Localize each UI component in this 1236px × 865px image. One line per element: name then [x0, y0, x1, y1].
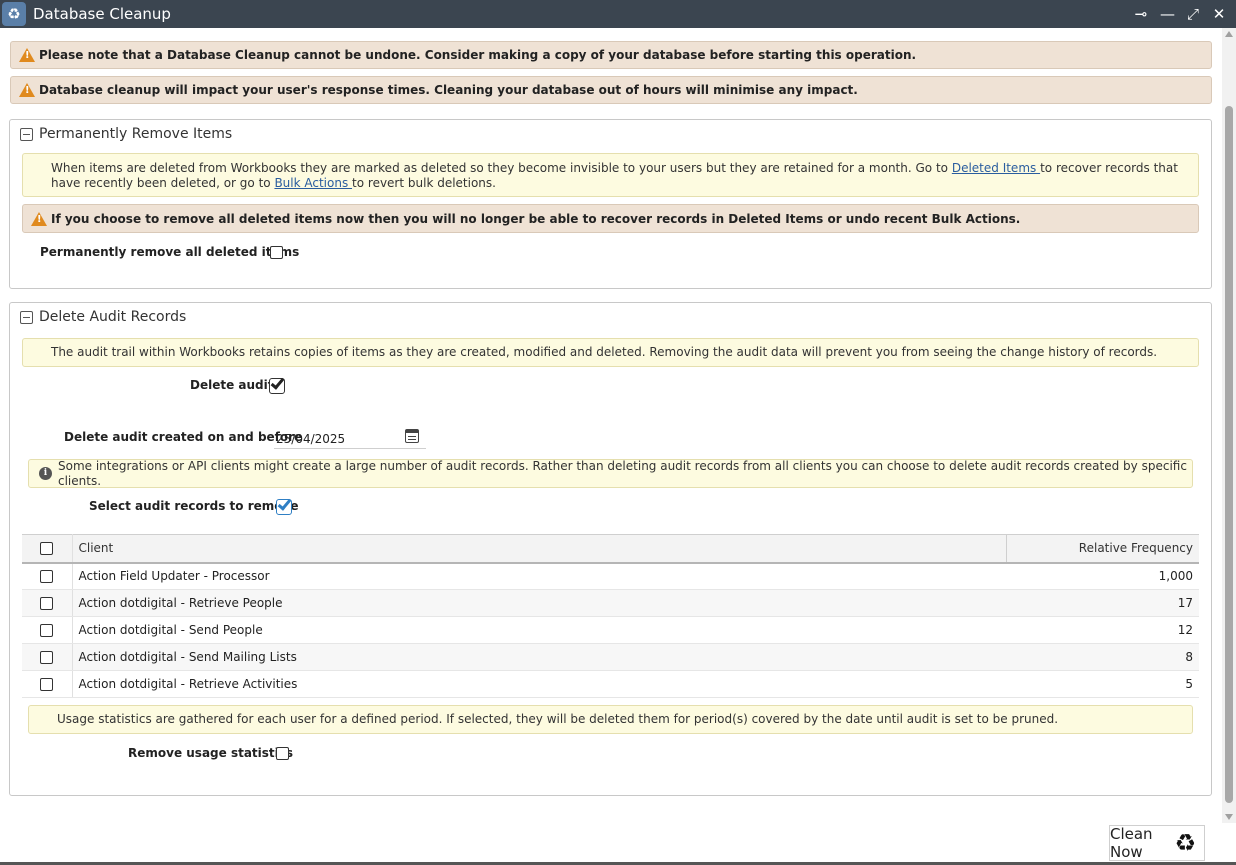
deleted-items-link[interactable]: Deleted Items	[952, 161, 1040, 175]
scrollbar[interactable]	[1222, 28, 1236, 823]
scroll-down-icon[interactable]	[1225, 814, 1233, 820]
delete-audit-label: Delete audit	[190, 378, 274, 392]
header-checkbox-cell	[22, 534, 73, 564]
frequency-cell: 17	[1006, 589, 1199, 617]
clean-now-label: Clean Now	[1110, 825, 1153, 861]
checkmark-icon	[270, 375, 285, 390]
deleted-items-info: When items are deleted from Workbooks th…	[22, 153, 1199, 197]
info-text: Usage statistics are gathered for each u…	[57, 712, 1059, 726]
warning-text: Please note that a Database Cleanup cann…	[39, 48, 917, 62]
column-client[interactable]: Client	[72, 534, 1006, 564]
warning-icon	[19, 48, 35, 62]
warning-response-times: Database cleanup will impact your user's…	[10, 76, 1212, 104]
panel-title: Delete Audit Records	[39, 309, 187, 325]
date-label: Delete audit created on and before	[64, 430, 303, 444]
minimize-icon[interactable]: —	[1160, 6, 1175, 22]
remove-deleted-items-checkbox[interactable]	[270, 246, 283, 259]
warning-icon	[19, 83, 35, 97]
row-checkbox-cell	[22, 643, 73, 671]
clean-now-button[interactable]: Clean Now ♻	[1109, 825, 1205, 861]
info-text: When items are deleted from Workbooks th…	[51, 161, 952, 175]
warning-undo: Please note that a Database Cleanup cann…	[10, 41, 1212, 69]
table-header-row: Client Relative Frequency	[22, 534, 1199, 564]
table-row[interactable]: Action dotdigital - Retrieve Activities …	[22, 670, 1199, 698]
warning-text: Database cleanup will impact your user's…	[39, 83, 858, 97]
maximize-icon[interactable]: ⤢	[1186, 6, 1200, 22]
warning-icon	[31, 211, 47, 226]
column-relative-frequency[interactable]: Relative Frequency	[1005, 534, 1199, 564]
select-all-checkbox[interactable]	[40, 542, 54, 556]
row-checkbox[interactable]	[40, 678, 54, 691]
row-checkbox[interactable]	[40, 651, 54, 664]
window-controls: ⊸ — ⤢ ✕	[1134, 0, 1226, 28]
select-audit-records-checkbox[interactable]	[276, 496, 292, 515]
window-title: Database Cleanup	[33, 5, 171, 23]
remove-items-warning: If you choose to remove all deleted item…	[22, 204, 1199, 233]
recycle-icon: ♻	[1174, 829, 1196, 857]
client-cell: Action dotdigital - Retrieve People	[72, 589, 1006, 617]
warning-text: If you choose to remove all deleted item…	[51, 211, 1021, 226]
audit-date-input[interactable]	[274, 429, 426, 449]
info-text: to revert bulk deletions.	[352, 176, 496, 190]
usage-statistics-info: Usage statistics are gathered for each u…	[28, 705, 1193, 734]
clients-table: Client Relative Frequency Action Field U…	[22, 534, 1199, 698]
scrollbar-thumb[interactable]	[1225, 106, 1233, 803]
client-cell: Action dotdigital - Send People	[72, 616, 1006, 644]
info-text: Some integrations or API clients might c…	[58, 458, 1187, 488]
row-checkbox-cell	[22, 562, 73, 590]
checkmark-icon	[277, 496, 292, 511]
panel-header: Delete Audit Records	[20, 309, 186, 325]
row-checkbox-cell	[22, 589, 73, 617]
frequency-cell: 1,000	[1006, 562, 1199, 590]
panel-title: Permanently Remove Items	[39, 126, 233, 142]
row-checkbox[interactable]	[40, 570, 54, 584]
bulk-actions-link[interactable]: Bulk Actions	[274, 176, 352, 190]
audit-trail-info: The audit trail within Workbooks retains…	[22, 338, 1199, 367]
client-cell: Action dotdigital - Send Mailing Lists	[72, 643, 1006, 671]
select-audit-records-label: Select audit records to remove	[89, 499, 299, 513]
info-icon: i	[39, 467, 52, 480]
client-cell: Action Field Updater - Processor	[72, 562, 1006, 590]
remove-usage-statistics-checkbox[interactable]	[276, 747, 289, 760]
delete-audit-checkbox[interactable]	[269, 375, 285, 394]
table-row[interactable]: Action dotdigital - Send Mailing Lists 8	[22, 643, 1199, 671]
info-text: The audit trail within Workbooks retains…	[51, 345, 1158, 359]
scroll-up-icon[interactable]	[1225, 31, 1233, 37]
collapse-icon[interactable]	[20, 127, 33, 141]
recycle-icon: ♻	[2, 2, 26, 26]
remove-deleted-items-label: Permanently remove all deleted items	[40, 245, 300, 259]
row-checkbox-cell	[22, 670, 73, 698]
remove-usage-statistics-label: Remove usage statistics	[128, 746, 294, 760]
clients-info: i Some integrations or API clients might…	[28, 459, 1193, 488]
table-row[interactable]: Action Field Updater - Processor 1,000	[22, 562, 1199, 590]
panel-header: Permanently Remove Items	[20, 126, 232, 142]
frequency-cell: 8	[1006, 643, 1199, 671]
frequency-cell: 5	[1006, 670, 1199, 698]
close-icon[interactable]: ✕	[1212, 6, 1226, 22]
table-row[interactable]: Action dotdigital - Send People 12	[22, 616, 1199, 644]
client-cell: Action dotdigital - Retrieve Activities	[72, 670, 1006, 698]
calendar-icon[interactable]	[405, 429, 419, 443]
pin-icon[interactable]: ⊸	[1134, 6, 1148, 22]
collapse-icon[interactable]	[20, 310, 33, 324]
title-bar: ♻ Database Cleanup ⊸ — ⤢ ✕	[0, 0, 1236, 28]
row-checkbox-cell	[22, 616, 73, 644]
row-checkbox[interactable]	[40, 597, 54, 610]
frequency-cell: 12	[1006, 616, 1199, 644]
table-row[interactable]: Action dotdigital - Retrieve People 17	[22, 589, 1199, 617]
row-checkbox[interactable]	[40, 624, 54, 637]
